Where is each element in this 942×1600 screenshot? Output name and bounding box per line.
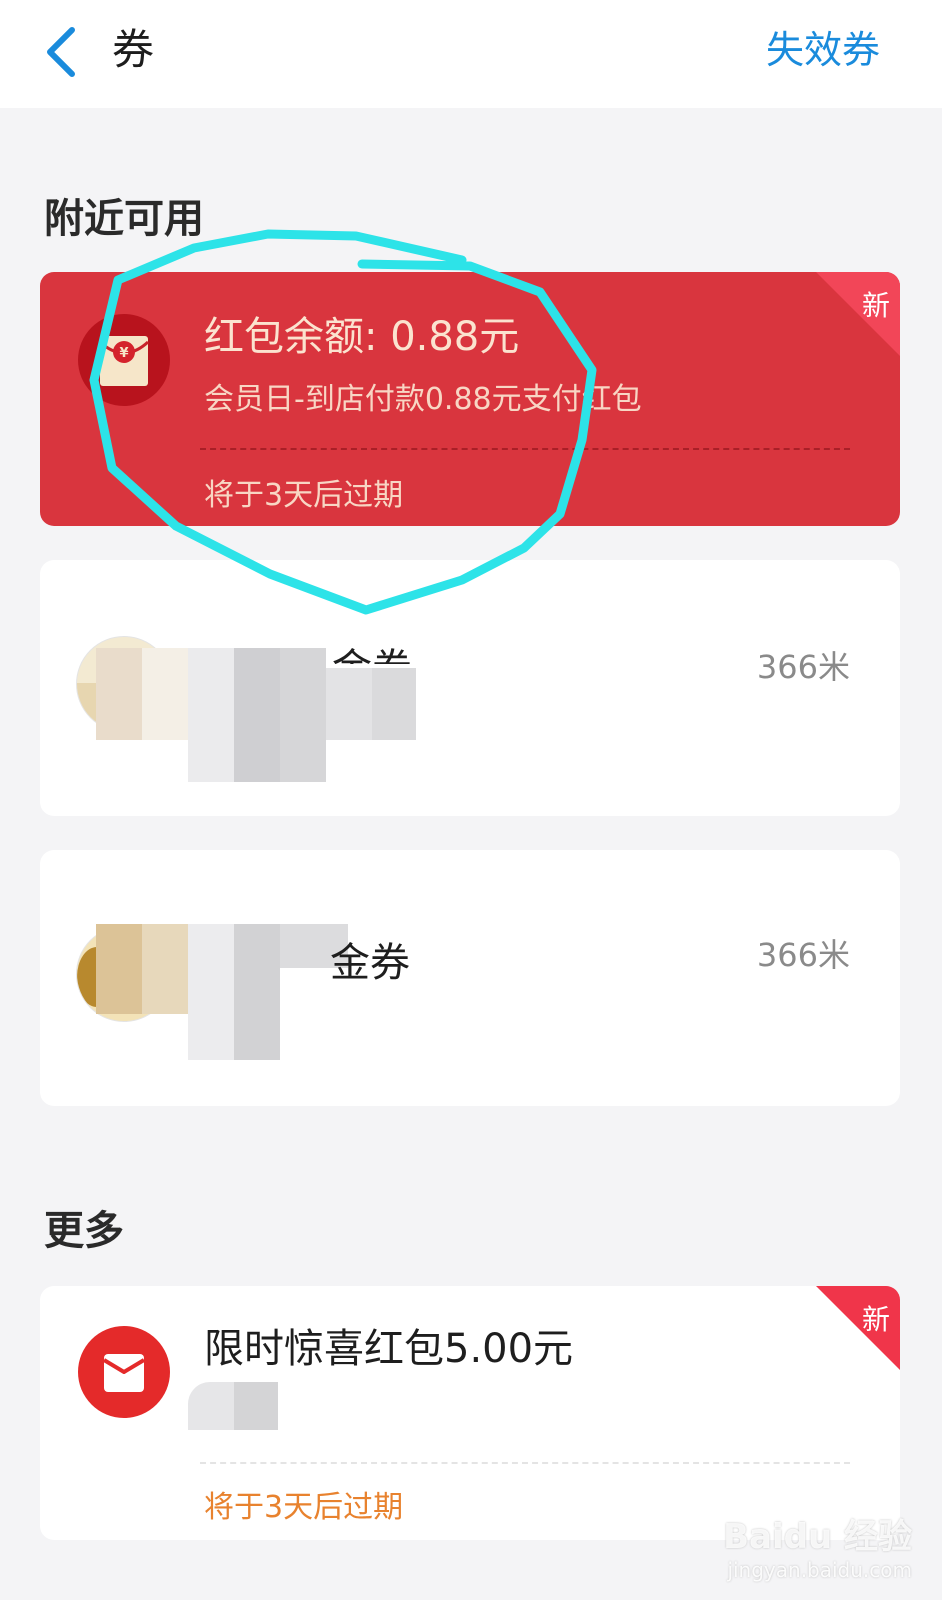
red-packet-amount: 红包余额: 0.88元 [204, 314, 520, 360]
red-packet-card[interactable]: 新 ¥ 红包余额: 0.88元 会员日-到店付款0.88元支付红包 将于3天后过… [40, 272, 900, 526]
section-title-more: 更多 [44, 1208, 124, 1254]
coupon-card-2[interactable]: 金券 366米 [40, 850, 900, 1106]
red-envelope-icon: ¥ [78, 314, 170, 406]
chevron-left-icon [47, 27, 75, 77]
coupon-title-fragment: 金券 [330, 940, 410, 986]
mosaic-blur [96, 924, 142, 1014]
dashed-divider [200, 448, 850, 450]
red-packet-description: 会员日-到店付款0.88元支付红包 [204, 382, 642, 417]
section-title-nearby: 附近可用 [44, 196, 204, 242]
surprise-packet-card[interactable]: 新 限时惊喜红包5.00元 将于3天后过期 [40, 1286, 900, 1540]
top-navigation-bar: 券 失效券 [0, 0, 942, 108]
back-button[interactable] [30, 22, 90, 82]
surprise-packet-title: 限时惊喜红包5.00元 [204, 1326, 574, 1372]
new-badge: 新 [816, 1286, 900, 1370]
red-envelope-icon [78, 1326, 170, 1418]
coupon-distance: 366米 [756, 648, 850, 686]
mosaic-blur [188, 1382, 234, 1430]
dashed-divider [200, 1462, 850, 1464]
svg-text:¥: ¥ [119, 346, 128, 361]
expired-coupons-link[interactable]: 失效券 [766, 24, 880, 76]
red-packet-expiry: 将于3天后过期 [204, 478, 404, 513]
coupon-card-1[interactable]: 金券 366米 [40, 560, 900, 816]
mosaic-blur [96, 648, 142, 740]
page-title: 券 [112, 25, 155, 74]
baidu-watermark: Baidu 经验 jingyan.baidu.com [723, 1517, 912, 1582]
surprise-packet-expiry: 将于3天后过期 [204, 1490, 404, 1525]
coupon-distance: 366米 [756, 936, 850, 974]
new-badge: 新 [816, 272, 900, 356]
